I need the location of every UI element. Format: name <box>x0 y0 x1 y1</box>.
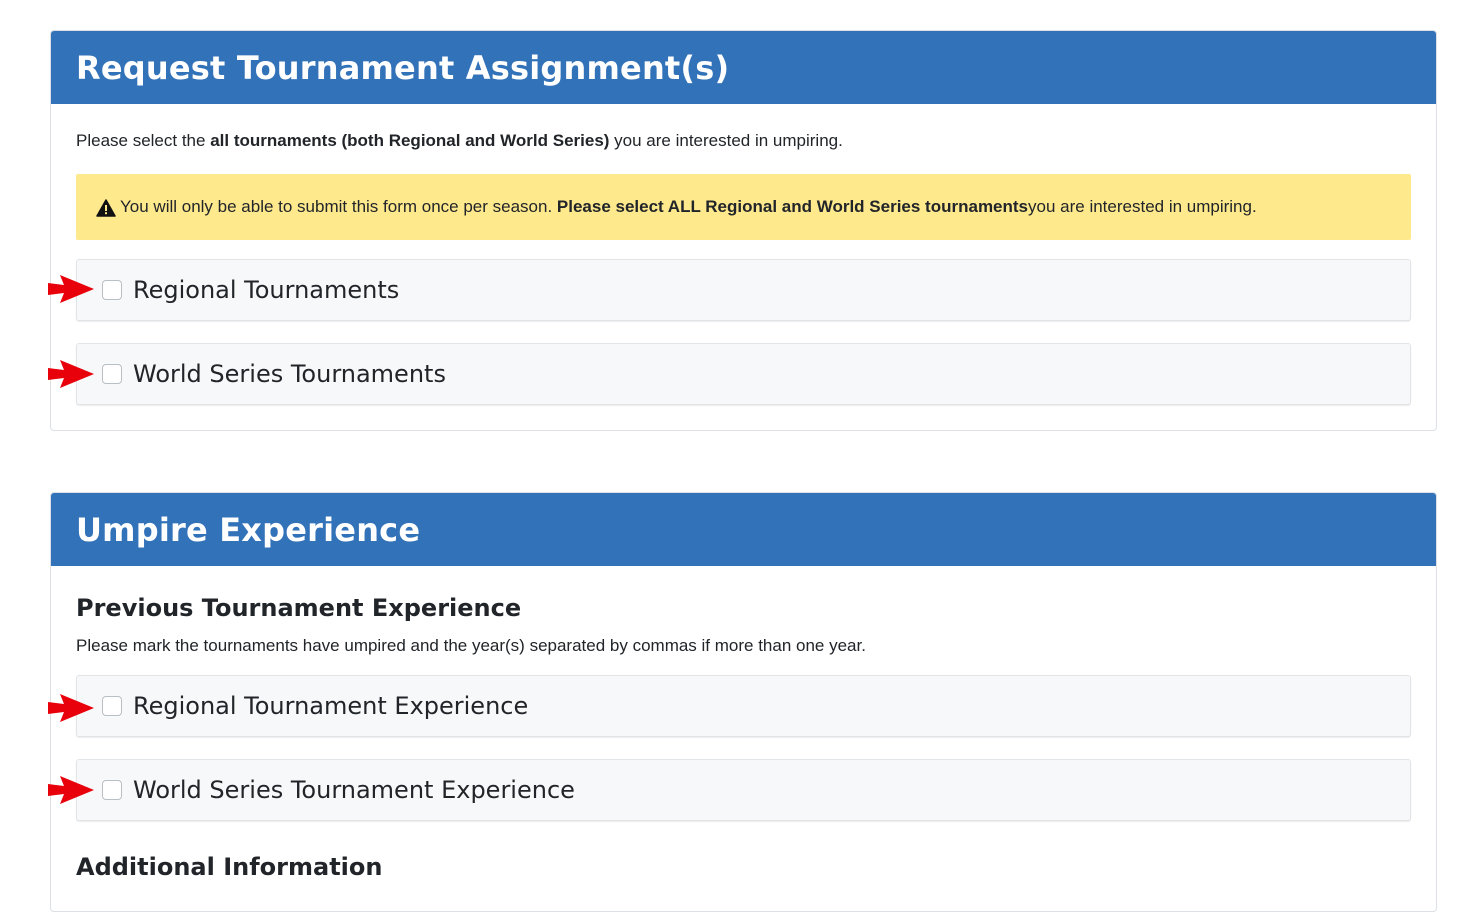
world-series-tournaments-label[interactable]: World Series Tournaments <box>133 360 446 388</box>
experience-card: Umpire Experience Previous Tournament Ex… <box>50 492 1437 912</box>
experience-card-header: Umpire Experience <box>51 493 1436 566</box>
assignment-intro: Please select the all tournaments (both … <box>76 131 843 151</box>
season-warning-alert: You will only be able to submit this for… <box>76 174 1411 240</box>
intro-bold: all tournaments (both Regional and World… <box>210 131 610 150</box>
regional-experience-checkbox[interactable] <box>102 696 122 716</box>
alert-prefix: You will only be able to submit this for… <box>120 197 553 216</box>
warning-triangle-icon <box>96 199 116 217</box>
world-series-experience-label[interactable]: World Series Tournament Experience <box>133 776 575 804</box>
red-arrow-icon <box>48 694 94 722</box>
world-series-tournaments-checkbox[interactable] <box>102 364 122 384</box>
regional-experience-label[interactable]: Regional Tournament Experience <box>133 692 528 720</box>
red-arrow-icon <box>48 776 94 804</box>
red-arrow-icon <box>48 275 94 303</box>
alert-suffix: you are interested in umpiring. <box>1028 197 1257 216</box>
intro-prefix: Please select the <box>76 131 211 150</box>
regional-tournaments-checkbox[interactable] <box>102 280 122 300</box>
additional-information-heading: Additional Information <box>76 853 383 881</box>
assignment-card-header: Request Tournament Assignment(s) <box>51 31 1436 104</box>
regional-experience-option[interactable]: Regional Tournament Experience <box>76 675 1411 737</box>
assignment-title: Request Tournament Assignment(s) <box>76 48 730 87</box>
world-series-experience-option[interactable]: World Series Tournament Experience <box>76 759 1411 821</box>
alert-bold: Please select ALL Regional and World Ser… <box>556 197 1029 216</box>
red-arrow-icon <box>48 360 94 388</box>
regional-tournaments-label[interactable]: Regional Tournaments <box>133 276 399 304</box>
assignment-card: Request Tournament Assignment(s) Please … <box>50 30 1437 431</box>
previous-experience-instructions: Please mark the tournaments have umpired… <box>76 636 866 655</box>
world-series-tournaments-option[interactable]: World Series Tournaments <box>76 343 1411 405</box>
previous-experience-heading: Previous Tournament Experience <box>76 594 522 622</box>
experience-title: Umpire Experience <box>76 510 421 549</box>
regional-tournaments-option[interactable]: Regional Tournaments <box>76 259 1411 321</box>
world-series-experience-checkbox[interactable] <box>102 780 122 800</box>
intro-suffix: you are interested in umpiring. <box>609 131 843 150</box>
